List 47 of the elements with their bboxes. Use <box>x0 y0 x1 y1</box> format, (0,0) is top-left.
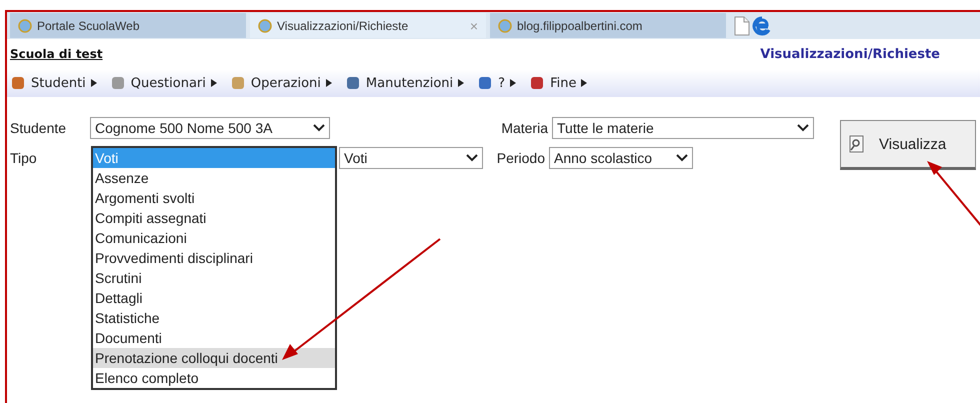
dropdown-option[interactable]: Elenco completo <box>93 368 335 388</box>
field-label: Materia <box>500 120 549 136</box>
submenu-caret-icon <box>458 79 464 87</box>
subtype-select[interactable]: Voti <box>339 147 483 169</box>
menu-item[interactable]: ? <box>477 75 516 91</box>
dropdown-option[interactable]: Scrutini <box>93 268 335 288</box>
dropdown-option[interactable]: Comunicazioni <box>93 228 335 248</box>
menu-item[interactable]: Questionari <box>110 75 217 91</box>
view-button[interactable]: Visualizza <box>840 120 976 170</box>
menu-item[interactable]: Fine <box>529 75 588 91</box>
chevron-down-icon <box>466 154 478 162</box>
new-tab-icon[interactable] <box>734 16 750 36</box>
submenu-caret-icon <box>581 79 588 87</box>
dropdown-option[interactable]: Statistiche <box>93 308 335 328</box>
dropdown-option[interactable]: Assenze <box>93 168 335 188</box>
chevron-down-icon <box>313 124 325 132</box>
submenu-caret-icon <box>510 79 516 87</box>
student-select[interactable]: Cognome 500 Nome 500 3A <box>90 117 330 139</box>
field-label: Periodo <box>496 150 546 166</box>
chevron-down-icon <box>797 124 809 132</box>
dropdown-option[interactable]: Documenti <box>93 328 335 348</box>
dropdown-option[interactable]: Provvedimenti disciplinari <box>93 248 335 268</box>
subject-select[interactable]: Tutte le materie <box>552 117 814 139</box>
school-name[interactable]: Scuola di test <box>10 47 103 61</box>
menu-item[interactable]: Manutenzioni <box>344 75 464 91</box>
menu-item[interactable]: Operazioni <box>230 75 332 91</box>
globe-icon <box>258 18 272 32</box>
browser-tab[interactable]: Visualizzazioni/Richieste × <box>250 13 486 38</box>
submenu-caret-icon <box>326 79 332 87</box>
field-label: Tipo <box>10 150 38 166</box>
period-select[interactable]: Anno scolastico <box>549 147 693 169</box>
dropdown-option[interactable]: Dettagli <box>93 288 335 308</box>
globe-icon <box>18 18 32 32</box>
page-title: Visualizzazioni/Richieste <box>760 46 940 62</box>
dropdown-option[interactable]: Prenotazione colloqui docenti <box>93 348 335 368</box>
submenu-caret-icon <box>90 79 97 87</box>
browser-tab[interactable]: blog.filippoalbertini.com <box>490 13 726 38</box>
submenu-caret-icon <box>210 79 217 87</box>
field-label: Studente <box>10 120 68 136</box>
browser-tab[interactable]: Portale ScuolaWeb <box>10 13 246 38</box>
menu-item[interactable]: Studenti <box>10 75 97 91</box>
globe-icon <box>498 18 512 32</box>
browser-logo-icon[interactable] <box>752 16 772 36</box>
dropdown-option[interactable]: Argomenti svolti <box>93 188 335 208</box>
dropdown-option[interactable]: Compiti assegnati <box>93 208 335 228</box>
document-search-icon <box>849 135 865 153</box>
chevron-down-icon <box>676 154 688 162</box>
